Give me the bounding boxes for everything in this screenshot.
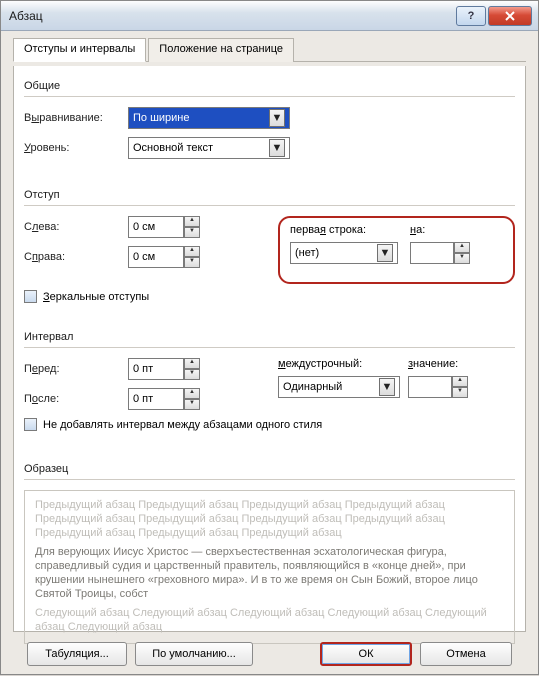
chevron-down-icon: ▼: [380, 247, 391, 259]
interval-block: Перед: ▲▼ После: ▲▼: [24, 358, 515, 418]
spin-up[interactable]: ▲: [184, 388, 200, 399]
tab-page-position[interactable]: Положение на странице: [148, 38, 294, 62]
divider: [24, 347, 515, 348]
right-input[interactable]: [128, 246, 184, 268]
level-label: Уровень:: [24, 142, 128, 154]
group-sample-label: Образец: [24, 463, 515, 475]
no-add-checkbox[interactable]: [24, 418, 37, 431]
tab-label: Отступы и интервалы: [24, 43, 135, 55]
row-before: Перед: ▲▼: [24, 358, 264, 380]
before-label: Перед:: [24, 363, 128, 375]
divider: [24, 205, 515, 206]
alignment-value: По ширине: [133, 112, 190, 124]
spin-down[interactable]: ▼: [184, 369, 200, 380]
dropdown-button[interactable]: ▼: [377, 244, 393, 262]
left-spinner[interactable]: ▲▼: [128, 216, 200, 238]
close-button[interactable]: [488, 6, 532, 26]
sample-preview: Предыдущий абзац Предыдущий абзац Предыд…: [24, 490, 515, 644]
row-after: После: ▲▼: [24, 388, 264, 410]
line-spacing-label: междустрочный:: [278, 358, 408, 370]
right-label: Справа:: [24, 251, 128, 263]
spin-up[interactable]: ▲: [454, 242, 470, 253]
alignment-label: Выравнивание:: [24, 112, 128, 124]
value-input[interactable]: [408, 376, 452, 398]
default-button[interactable]: По умолчанию...: [135, 642, 253, 666]
mirror-label: Зеркальные отступы: [43, 291, 149, 303]
right-spinner[interactable]: ▲▼: [128, 246, 200, 268]
before-spinner[interactable]: ▲▼: [128, 358, 200, 380]
window-buttons: ?: [456, 6, 532, 26]
after-label: После:: [24, 393, 128, 405]
paragraph-dialog: Абзац ? Отступы и интервалы Положение на…: [0, 0, 539, 675]
alignment-select[interactable]: По ширине ▼: [128, 107, 290, 129]
no-add-label: Не добавлять интервал между абзацами одн…: [43, 419, 322, 431]
row-no-add: Не добавлять интервал между абзацами одн…: [24, 418, 515, 431]
tab-panel: Общие Выравнивание: По ширине ▼ Уровень:…: [13, 66, 526, 632]
group-indent-label: Отступ: [24, 189, 515, 201]
spin-down[interactable]: ▼: [184, 227, 200, 238]
mirror-checkbox[interactable]: [24, 290, 37, 303]
sample-prev-text: Предыдущий абзац Предыдущий абзац Предыд…: [35, 499, 504, 540]
sample-text: Для верующих Иисус Христос — сверхъестес…: [35, 546, 504, 601]
first-line-callout: первая строка: на: (нет) ▼ ▲▼: [278, 216, 515, 284]
on-label: на:: [410, 224, 450, 236]
on-input[interactable]: [410, 242, 454, 264]
tabulation-button[interactable]: Табуляция...: [27, 642, 127, 666]
row-level: Уровень: Основной текст ▼: [24, 137, 515, 159]
window-title: Абзац: [9, 9, 456, 23]
dropdown-button[interactable]: ▼: [269, 139, 285, 157]
first-line-value: (нет): [295, 247, 319, 259]
divider: [24, 479, 515, 480]
chevron-down-icon: ▼: [272, 142, 283, 154]
chevron-down-icon: ▼: [272, 112, 283, 124]
close-icon: [505, 11, 515, 21]
before-input[interactable]: [128, 358, 184, 380]
after-input[interactable]: [128, 388, 184, 410]
spin-up[interactable]: ▲: [184, 246, 200, 257]
left-label: Слева:: [24, 221, 128, 233]
divider: [24, 96, 515, 97]
group-general-label: Общие: [24, 80, 515, 92]
row-left: Слева: ▲▼: [24, 216, 264, 238]
level-select[interactable]: Основной текст ▼: [128, 137, 290, 159]
group-interval-label: Интервал: [24, 331, 515, 343]
dialog-body: Отступы и интервалы Положение на страниц…: [1, 31, 538, 676]
row-right: Справа: ▲▼: [24, 246, 264, 268]
indent-block: Слева: ▲▼ Справа: ▲▼: [24, 216, 515, 284]
spin-up[interactable]: ▲: [184, 216, 200, 227]
cancel-button[interactable]: Отмена: [420, 642, 512, 666]
on-spinner[interactable]: ▲▼: [410, 242, 470, 264]
spin-up[interactable]: ▲: [452, 376, 468, 387]
dropdown-button[interactable]: ▼: [379, 378, 395, 396]
tab-label: Положение на странице: [159, 43, 283, 55]
row-mirror: Зеркальные отступы: [24, 290, 515, 303]
spin-down[interactable]: ▼: [184, 257, 200, 268]
line-spacing-select[interactable]: Одинарный ▼: [278, 376, 400, 398]
first-line-label: первая строка:: [290, 224, 410, 236]
ok-button[interactable]: ОК: [320, 642, 412, 666]
value-label: значение:: [408, 358, 458, 370]
chevron-down-icon: ▼: [382, 381, 393, 393]
left-input[interactable]: [128, 216, 184, 238]
spin-down[interactable]: ▼: [452, 387, 468, 398]
titlebar[interactable]: Абзац ?: [1, 1, 538, 31]
first-line-select[interactable]: (нет) ▼: [290, 242, 398, 264]
tab-indents-spacing[interactable]: Отступы и интервалы: [13, 38, 146, 62]
dropdown-button[interactable]: ▼: [269, 109, 285, 127]
value-spinner[interactable]: ▲▼: [408, 376, 468, 398]
button-bar: Табуляция... По умолчанию... ОК Отмена: [13, 632, 526, 666]
spin-up[interactable]: ▲: [184, 358, 200, 369]
tab-bar: Отступы и интервалы Положение на страниц…: [13, 37, 526, 62]
after-spinner[interactable]: ▲▼: [128, 388, 200, 410]
line-spacing-value: Одинарный: [283, 381, 342, 393]
spin-down[interactable]: ▼: [184, 399, 200, 410]
help-button[interactable]: ?: [456, 6, 486, 26]
level-value: Основной текст: [133, 142, 213, 154]
sample-next-text: Следующий абзац Следующий абзац Следующи…: [35, 607, 504, 635]
spin-down[interactable]: ▼: [454, 253, 470, 264]
row-alignment: Выравнивание: По ширине ▼: [24, 107, 515, 129]
